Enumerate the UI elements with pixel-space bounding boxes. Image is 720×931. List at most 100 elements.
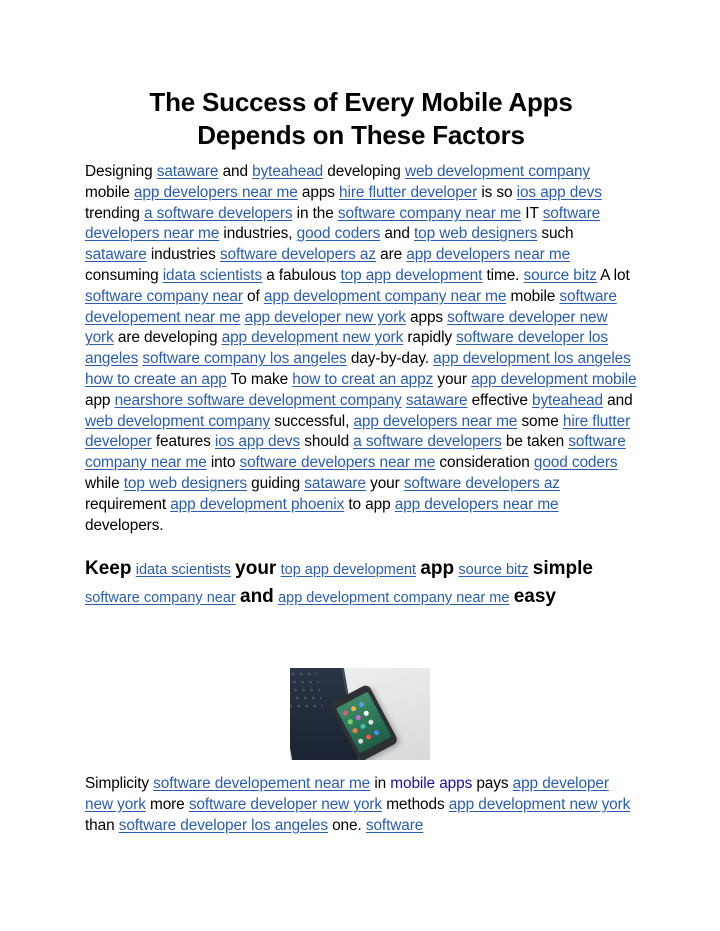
app-icon bbox=[358, 701, 365, 708]
inline-link[interactable]: software developer los angeles bbox=[119, 817, 328, 834]
body-text: developing bbox=[323, 163, 405, 180]
body-text: pays bbox=[472, 775, 513, 792]
body-text: methods bbox=[382, 795, 449, 813]
document-page: The Success of Every Mobile Apps Depends… bbox=[85, 86, 637, 611]
document-title: The Success of Every Mobile Apps Depends… bbox=[85, 86, 637, 152]
inline-link[interactable]: app development new york bbox=[222, 329, 404, 346]
body-text: in bbox=[370, 775, 391, 792]
inline-link[interactable]: sataware bbox=[157, 163, 219, 180]
app-icon bbox=[342, 709, 350, 717]
inline-link[interactable]: app developer new york bbox=[245, 309, 406, 326]
inline-link[interactable]: software company near me bbox=[338, 205, 521, 222]
inline-link[interactable]: idata scientists bbox=[163, 267, 262, 284]
inline-link[interactable]: software developers near me bbox=[239, 454, 435, 471]
app-icon bbox=[367, 718, 375, 726]
body-text: more bbox=[145, 795, 189, 813]
inline-link[interactable]: software company near bbox=[85, 590, 236, 606]
inline-link[interactable]: web development company bbox=[405, 163, 590, 180]
inline-link[interactable]: software developers az bbox=[220, 246, 376, 263]
body-text: industries bbox=[146, 246, 220, 264]
body-text: developers. bbox=[85, 516, 164, 534]
inline-link[interactable]: ios app devs bbox=[517, 184, 602, 201]
inline-link[interactable]: source bitz bbox=[458, 562, 528, 578]
body-text: some bbox=[517, 412, 563, 430]
inline-link[interactable]: ios app devs bbox=[215, 433, 300, 450]
body-text: consideration bbox=[435, 454, 534, 472]
inline-link[interactable]: app development mobile bbox=[471, 371, 637, 388]
app-icon bbox=[351, 727, 359, 734]
inline-link[interactable]: sataware bbox=[406, 392, 468, 409]
inline-link[interactable]: top app development bbox=[281, 562, 416, 578]
body-text: are developing bbox=[113, 329, 222, 347]
body-text: than bbox=[85, 816, 119, 834]
inline-link[interactable]: good coders bbox=[534, 454, 618, 471]
inline-link[interactable]: sataware bbox=[304, 475, 366, 492]
inline-link[interactable]: app developers near me bbox=[406, 246, 570, 263]
body-text: industries, bbox=[219, 225, 297, 243]
body-text: Simplicity bbox=[85, 775, 154, 792]
inline-link[interactable]: idata scientists bbox=[136, 562, 231, 578]
inline-link[interactable]: top web designers bbox=[414, 225, 537, 242]
inline-link[interactable]: a software developers bbox=[353, 433, 502, 450]
body-text: apps bbox=[297, 183, 340, 201]
inline-link[interactable]: source bitz bbox=[524, 267, 597, 284]
inline-link[interactable]: software company near bbox=[85, 288, 243, 305]
inline-link[interactable]: byteahead bbox=[532, 392, 603, 409]
inline-link[interactable]: software developers az bbox=[404, 475, 560, 492]
inline-link[interactable]: how to create an app bbox=[85, 371, 227, 388]
inline-link[interactable]: software bbox=[366, 817, 423, 834]
intro-paragraph: Designing sataware and byteahead develop… bbox=[85, 162, 637, 536]
inline-link[interactable]: software company los angeles bbox=[142, 350, 346, 367]
inline-link[interactable]: a software developers bbox=[144, 205, 293, 222]
heading-word: Keep bbox=[85, 558, 132, 580]
body-text: a fabulous bbox=[262, 266, 341, 284]
body-text: Designing bbox=[85, 163, 157, 180]
body-text: day-by-day. bbox=[346, 350, 434, 368]
inline-link[interactable]: app developers near me bbox=[353, 413, 517, 430]
body-text: app bbox=[85, 391, 115, 409]
inline-link[interactable]: hire flutter developer bbox=[339, 184, 477, 201]
body-text: To make bbox=[226, 370, 293, 388]
body-text: your bbox=[365, 474, 404, 492]
body-text: be taken bbox=[501, 433, 569, 451]
inline-link[interactable]: top app development bbox=[340, 267, 482, 284]
inline-link[interactable]: app development company near me bbox=[264, 288, 507, 305]
inline-link[interactable]: web development company bbox=[85, 413, 270, 430]
section-heading-keep-simple: Keep idata scientists your top app devel… bbox=[85, 556, 637, 611]
title-line-2: Depends on These Factors bbox=[197, 120, 525, 150]
inline-link-plain[interactable]: mobile apps bbox=[390, 775, 472, 792]
inline-link[interactable]: software developement near me bbox=[153, 775, 370, 792]
inline-link[interactable]: app developers near me bbox=[395, 496, 559, 513]
body-text: and bbox=[602, 391, 633, 409]
body-text: should bbox=[300, 433, 354, 451]
inline-link[interactable]: software developer new york bbox=[189, 796, 382, 813]
app-icon bbox=[373, 729, 380, 737]
body-text: IT bbox=[521, 204, 543, 222]
heading-word: your bbox=[235, 558, 277, 580]
body-text: such bbox=[537, 225, 574, 243]
body-text: in the bbox=[292, 204, 338, 222]
body-text: requirement bbox=[85, 495, 171, 513]
inline-link[interactable]: app development los angeles bbox=[433, 350, 631, 367]
inline-link[interactable]: byteahead bbox=[252, 163, 323, 180]
inline-link[interactable]: sataware bbox=[85, 246, 147, 263]
inline-link[interactable]: app development phoenix bbox=[170, 496, 344, 513]
heading-word: easy bbox=[513, 585, 556, 607]
app-icon bbox=[346, 718, 354, 726]
heading-word: and bbox=[240, 585, 274, 607]
inline-link[interactable]: nearshore software development company bbox=[115, 392, 402, 409]
body-text: into bbox=[206, 454, 240, 472]
inline-link[interactable]: app development new york bbox=[449, 796, 631, 813]
inline-link[interactable]: good coders bbox=[297, 225, 381, 242]
inline-link[interactable]: app developers near me bbox=[134, 184, 298, 201]
body-text: of bbox=[242, 287, 264, 305]
body-text: guiding bbox=[246, 474, 305, 492]
inline-link[interactable]: top web designers bbox=[124, 475, 247, 492]
body-text: mobile bbox=[85, 183, 134, 201]
app-icon bbox=[354, 714, 362, 721]
inline-link[interactable]: how to creat an appz bbox=[292, 371, 433, 388]
body-text: to app bbox=[344, 495, 395, 513]
inline-link[interactable]: app development company near me bbox=[278, 590, 509, 606]
app-icon bbox=[350, 705, 357, 713]
body-text: is so bbox=[477, 183, 517, 201]
